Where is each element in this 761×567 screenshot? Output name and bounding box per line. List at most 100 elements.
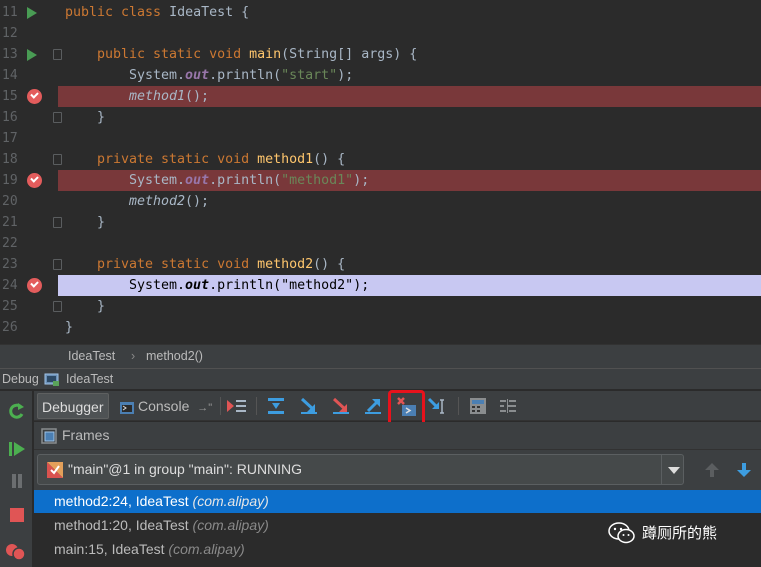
gutter[interactable]: 13 xyxy=(0,44,58,65)
breadcrumb: IdeaTest › method2() xyxy=(0,344,761,368)
breakpoint-icon[interactable] xyxy=(27,278,42,293)
fold-icon[interactable] xyxy=(53,217,62,228)
fold-icon[interactable] xyxy=(53,259,62,270)
stop-icon[interactable] xyxy=(7,505,27,529)
code-line[interactable]: 18 private static void method1() { xyxy=(0,149,761,170)
gutter[interactable]: 26 xyxy=(0,317,58,338)
code-line[interactable]: 19 System.out.println("method1"); xyxy=(0,170,761,191)
code-line[interactable]: 23 private static void method2() { xyxy=(0,254,761,275)
code-line[interactable]: 17 xyxy=(0,128,761,149)
step-out-icon[interactable] xyxy=(363,396,383,416)
code-line[interactable]: 21} xyxy=(0,212,761,233)
fold-icon[interactable] xyxy=(53,154,62,165)
code-text: private static void method1() { xyxy=(97,152,346,167)
force-step-into-icon[interactable] xyxy=(331,396,351,416)
run-gutter-icon[interactable] xyxy=(27,7,37,19)
breadcrumb-method[interactable]: method2() xyxy=(146,349,203,363)
code-line[interactable]: 26} xyxy=(0,317,761,338)
gutter[interactable]: 12 xyxy=(0,23,58,44)
breadcrumb-class[interactable]: IdeaTest xyxy=(68,349,115,363)
previous-frame-icon[interactable] xyxy=(704,462,720,482)
code-editor[interactable]: 11 public class IdeaTest {12 13 public stat… xyxy=(0,0,761,344)
drop-frame-icon[interactable] xyxy=(396,396,416,416)
line-number: 16 xyxy=(2,110,18,125)
gutter[interactable]: 11 xyxy=(0,2,58,23)
fold-icon[interactable] xyxy=(53,49,62,60)
gutter[interactable]: 15 xyxy=(0,86,58,107)
run-to-cursor-icon[interactable] xyxy=(427,396,447,416)
gutter[interactable]: 20 xyxy=(0,191,58,212)
code-text: } xyxy=(97,299,106,314)
gutter[interactable]: 16 xyxy=(0,107,58,128)
gutter[interactable]: 17 xyxy=(0,128,58,149)
gutter[interactable]: 14 xyxy=(0,65,58,86)
session-name[interactable]: IdeaTest xyxy=(66,372,113,386)
tab-console-label: Console xyxy=(138,398,190,414)
line-number: 19 xyxy=(2,173,18,188)
resume-icon[interactable] xyxy=(7,439,27,463)
frames-title: Frames xyxy=(62,427,110,443)
wechat-icon xyxy=(608,522,636,548)
step-into-icon[interactable] xyxy=(299,396,319,416)
gutter[interactable]: 24 xyxy=(0,275,58,296)
fold-icon[interactable] xyxy=(53,301,62,312)
gutter[interactable]: 23 xyxy=(0,254,58,275)
code-line[interactable]: 14 System.out.println("start"); xyxy=(0,65,761,86)
breakpoint-icon[interactable] xyxy=(27,173,42,188)
next-frame-icon[interactable] xyxy=(736,462,752,482)
breakpoint-icon[interactable] xyxy=(27,89,42,104)
code-line[interactable]: 13 public static void main(String[] args)… xyxy=(0,44,761,65)
line-number: 24 xyxy=(2,278,18,293)
thread-row: "main"@1 in group "main": RUNNING xyxy=(34,450,761,490)
code-text: public static void main(String[] args) { xyxy=(97,47,418,62)
line-number: 18 xyxy=(2,152,18,167)
code-line[interactable]: 16} xyxy=(0,107,761,128)
line-number: 17 xyxy=(2,131,18,146)
gutter[interactable]: 22 xyxy=(0,233,58,254)
frame-package: (com.alipay) xyxy=(192,517,269,533)
debug-side-toolbar xyxy=(0,391,33,567)
frame-method: main:15, IdeaTest xyxy=(54,541,169,557)
chevron-down-icon xyxy=(668,467,680,474)
code-line[interactable]: 25} xyxy=(0,296,761,317)
step-over-icon[interactable] xyxy=(266,396,286,416)
pause-icon[interactable] xyxy=(7,471,27,495)
console-pin-icon[interactable]: →" xyxy=(197,402,212,414)
show-execution-point-icon[interactable] xyxy=(226,396,246,416)
fold-icon[interactable] xyxy=(53,112,62,123)
gutter[interactable]: 25 xyxy=(0,296,58,317)
line-number: 11 xyxy=(2,5,18,20)
code-text: } xyxy=(97,110,106,125)
code-line[interactable]: 12 xyxy=(0,23,761,44)
code-text: method1(); xyxy=(129,89,210,104)
tab-debugger[interactable]: Debugger xyxy=(37,393,109,419)
line-number: 15 xyxy=(2,89,18,104)
line-number: 25 xyxy=(2,299,18,314)
frame-item[interactable]: method2:24, IdeaTest (com.alipay) xyxy=(34,490,761,513)
rerun-icon[interactable] xyxy=(7,401,27,425)
gutter[interactable]: 19 xyxy=(0,170,58,191)
code-line[interactable]: 20 method2(); xyxy=(0,191,761,212)
debug-title-label: Debug xyxy=(2,372,39,386)
line-number: 20 xyxy=(2,194,18,209)
toolbar-separator xyxy=(458,397,459,415)
view-breakpoints-icon[interactable] xyxy=(5,541,27,567)
code-line[interactable]: 11 public class IdeaTest { xyxy=(0,2,761,23)
line-number: 23 xyxy=(2,257,18,272)
code-line[interactable]: 15 method1(); xyxy=(0,86,761,107)
evaluate-expression-icon[interactable] xyxy=(468,396,488,416)
code-line[interactable]: 22 xyxy=(0,233,761,254)
code-line[interactable]: 24 System.out.println("method2"); xyxy=(0,275,761,296)
tab-console[interactable]: Console →" xyxy=(116,393,216,419)
frames-panel-header: Frames xyxy=(34,422,761,450)
thread-selector[interactable]: "main"@1 in group "main": RUNNING xyxy=(37,454,684,485)
gutter[interactable]: 18 xyxy=(0,149,58,170)
thread-dropdown-button[interactable] xyxy=(661,455,684,484)
code-text: } xyxy=(97,215,106,230)
code-text: method2(); xyxy=(129,194,210,209)
run-gutter-icon[interactable] xyxy=(27,49,37,61)
code-text: System.out.println("start"); xyxy=(129,68,354,83)
trace-settings-icon[interactable] xyxy=(498,396,518,416)
gutter[interactable]: 21 xyxy=(0,212,58,233)
frame-method: method2:24, IdeaTest xyxy=(54,493,193,509)
